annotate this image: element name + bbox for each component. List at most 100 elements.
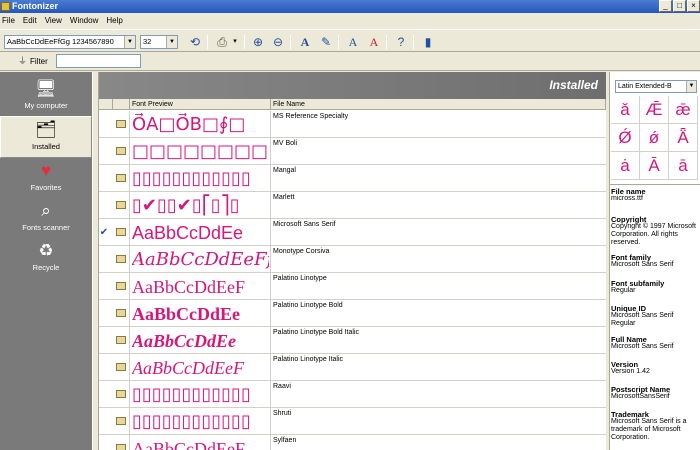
glyph-cell[interactable]: Ǿ (611, 124, 640, 152)
column-header-preview[interactable]: Font Preview (130, 99, 271, 110)
check-icon[interactable] (99, 327, 109, 354)
table-row[interactable]: O⃗A□O⃗B□∮□ MS Reference Specialty (99, 111, 606, 138)
cell-divider (270, 435, 271, 450)
font-remove-icon[interactable]: A (366, 34, 382, 50)
help-icon[interactable]: ? (393, 34, 409, 50)
check-icon[interactable] (99, 408, 109, 435)
refresh-icon[interactable]: ⟲ (187, 34, 203, 50)
check-icon[interactable] (99, 246, 109, 273)
check-icon[interactable] (99, 192, 109, 219)
sidebar-item-label: Recycle (32, 263, 60, 272)
check-icon[interactable] (99, 165, 109, 192)
cell-divider (129, 138, 130, 165)
cell-divider (129, 354, 130, 381)
chevron-down-icon[interactable]: ▼ (166, 36, 177, 48)
glyph-cell[interactable]: ȧ (611, 152, 640, 180)
minimize-button[interactable]: _ (659, 0, 672, 12)
info-value: Version 1.42 (611, 368, 650, 375)
font-preview: ▯✔▯▯✔▯⎡▯⎤▯ (132, 195, 240, 216)
check-icon[interactable] (99, 111, 109, 138)
scanner-icon: ⌕ (41, 201, 51, 220)
info-value: micross.ttf (611, 195, 643, 202)
table-row[interactable]: ▯▯▯▯▯▯▯▯▯▯▯▯ Raavi (99, 381, 606, 408)
chevron-down-icon[interactable]: ▼ (686, 81, 696, 92)
maximize-button[interactable]: □ (673, 0, 686, 12)
cell-divider (270, 219, 271, 246)
font-file-icon (116, 417, 126, 425)
font-preview: □□□□□□□□□ (132, 141, 269, 162)
menu-bar: File Edit View Window Help (0, 13, 700, 28)
font-info: File name micross.ttf Copyright Copyright ©… (610, 184, 700, 450)
sidebar-splitter[interactable] (92, 72, 99, 450)
glyph-cell[interactable]: Ā (640, 152, 669, 180)
menu-view[interactable]: View (43, 16, 64, 25)
font-file-name: Mangal (273, 167, 296, 174)
check-icon[interactable]: ✔ (99, 219, 109, 246)
menu-file[interactable]: File (0, 16, 17, 25)
table-row[interactable]: ▯▯▯▯▯▯▯▯▯▯▯▯ Mangal (99, 165, 606, 192)
sidebar-item-fonts-scanner[interactable]: ⌕ Fonts scanner (0, 198, 92, 240)
charset-select[interactable]: Latin Extended-B ▼ (615, 80, 697, 93)
font-preview: AaBbCcDdEe (132, 331, 237, 351)
check-icon[interactable] (99, 435, 109, 450)
check-icon[interactable] (99, 138, 109, 165)
sidebar-item-label: My computer (24, 101, 68, 110)
sidebar-item-my-computer[interactable]: 🖥 My computer (0, 76, 92, 118)
glyph-cell[interactable]: ā (669, 152, 698, 180)
filter-input[interactable] (56, 54, 141, 68)
font-preview: AaBbCcDdEeFfGg (132, 249, 269, 270)
glyph-cell[interactable]: ǎ (611, 96, 640, 124)
print-dropdown-icon[interactable]: ▾ (230, 34, 240, 50)
glyph-cell[interactable]: Ǣ (640, 96, 669, 124)
menu-window[interactable]: Window (68, 16, 100, 25)
check-icon[interactable] (99, 300, 109, 327)
table-row[interactable]: ▯✔▯▯✔▯⎡▯⎤▯ Marlett (99, 192, 606, 219)
sample-text-combo[interactable]: AaBbCcDdEeFfGg 1234567890 ▼ (4, 35, 136, 49)
close-button[interactable]: × (687, 0, 700, 12)
menu-help[interactable]: Help (104, 16, 124, 25)
filter-bar: ⏚ Filter (0, 52, 700, 71)
font-a-icon[interactable]: A (297, 34, 313, 50)
font-size-combo[interactable]: 32 ▼ (140, 35, 178, 49)
table-row[interactable]: AaBbCcDdEe Palatino Linotype Bold (99, 300, 606, 327)
check-icon[interactable] (99, 273, 109, 300)
glyph-cell[interactable]: ǿ (640, 124, 669, 152)
table-row[interactable]: ▯▯▯▯▯▯▯▯▯▯▯▯ Shruti (99, 408, 606, 435)
panel-toggle-icon[interactable]: ▮ (420, 34, 436, 50)
pen-icon[interactable]: ✎ (318, 34, 334, 50)
glyph-cell[interactable]: ǣ (669, 96, 698, 124)
check-icon[interactable] (99, 354, 109, 381)
table-row[interactable]: □□□□□□□□□ MV Boli (99, 138, 606, 165)
sample-text-value: AaBbCcDdEeFfGg 1234567890 (7, 37, 114, 46)
cell-divider (270, 408, 271, 435)
table-row[interactable]: AaBbCcDdEeF Sylfaen (99, 435, 606, 450)
glyph-cell[interactable]: Ǟ (669, 124, 698, 152)
table-row[interactable]: AaBbCcDdEeF Palatino Linotype Italic (99, 354, 606, 381)
menu-edit[interactable]: Edit (21, 16, 39, 25)
sidebar-item-installed[interactable]: 🗂 Installed (0, 116, 92, 158)
font-add-icon[interactable]: A (345, 34, 361, 50)
column-header-file-name[interactable]: File Name (271, 99, 606, 110)
table-row[interactable]: AaBbCcDdEe Palatino Linotype Bold Italic (99, 327, 606, 354)
sidebar-item-recycle[interactable]: ♻ Recycle (0, 238, 92, 280)
font-file-icon (116, 282, 126, 290)
sidebar-item-favorites[interactable]: ♥ Favorites (0, 158, 92, 200)
table-row[interactable]: AaBbCcDdEeFfGg Monotype Corsiva (99, 246, 606, 273)
print-icon[interactable]: ⎙ (214, 34, 230, 50)
zoom-in-icon[interactable]: ⊕ (250, 34, 266, 50)
table-row[interactable]: AaBbCcDdEeF Palatino Linotype (99, 273, 606, 300)
sidebar-item-label: Favorites (30, 183, 62, 192)
table-row[interactable]: ✔ AaBbCcDdEe Microsoft Sans Serif (99, 219, 606, 246)
check-icon[interactable] (99, 381, 109, 408)
font-list-panel: Installed Font Preview File Name O⃗A□O⃗B… (99, 72, 606, 450)
font-file-name: MS Reference Specialty (273, 113, 349, 120)
column-header-check[interactable] (99, 99, 113, 110)
recycle-icon: ♻ (38, 241, 54, 260)
column-header-icon[interactable] (113, 99, 130, 110)
font-file-icon (116, 255, 126, 263)
filter-icon: ⏚ (18, 56, 28, 66)
chevron-down-icon[interactable]: ▼ (124, 36, 135, 48)
zoom-out-icon[interactable]: ⊖ (270, 34, 286, 50)
cell-divider (270, 354, 271, 381)
font-preview: AaBbCcDdEeF (132, 439, 245, 450)
